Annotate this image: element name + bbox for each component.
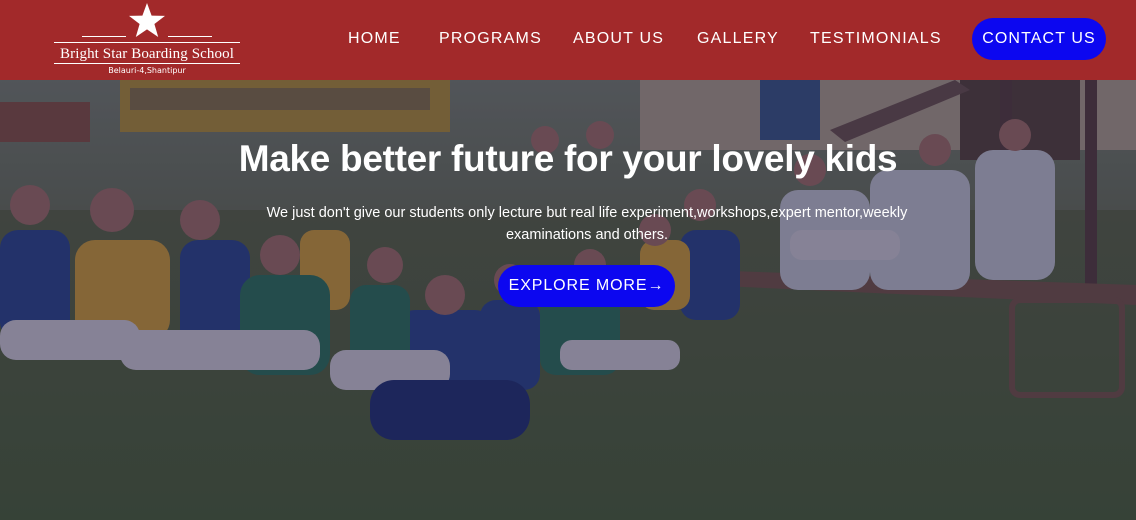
page: Bright Star Boarding School Belauri-4,Sh… — [0, 0, 1136, 520]
hero-section: Make better future for your lovely kids … — [0, 80, 1136, 520]
navbar: Bright Star Boarding School Belauri-4,Sh… — [0, 0, 1136, 80]
nav-gallery[interactable]: GALLERY — [697, 30, 779, 48]
nav-testimonials[interactable]: TESTIMONIALS — [810, 30, 942, 48]
main-nav: HOME PROGRAMS ABOUT US GALLERY TESTIMONI… — [0, 0, 1136, 80]
explore-more-button[interactable]: EXPLORE MORE→ — [498, 265, 675, 307]
nav-about-us[interactable]: ABOUT US — [573, 30, 664, 48]
nav-home[interactable]: HOME — [348, 30, 401, 48]
contact-us-button[interactable]: CONTACT US — [972, 18, 1106, 60]
hero-subtitle: We just don't give our students only lec… — [266, 205, 908, 243]
hero-title: Make better future for your lovely kids — [238, 138, 898, 179]
nav-programs[interactable]: PROGRAMS — [439, 30, 542, 48]
